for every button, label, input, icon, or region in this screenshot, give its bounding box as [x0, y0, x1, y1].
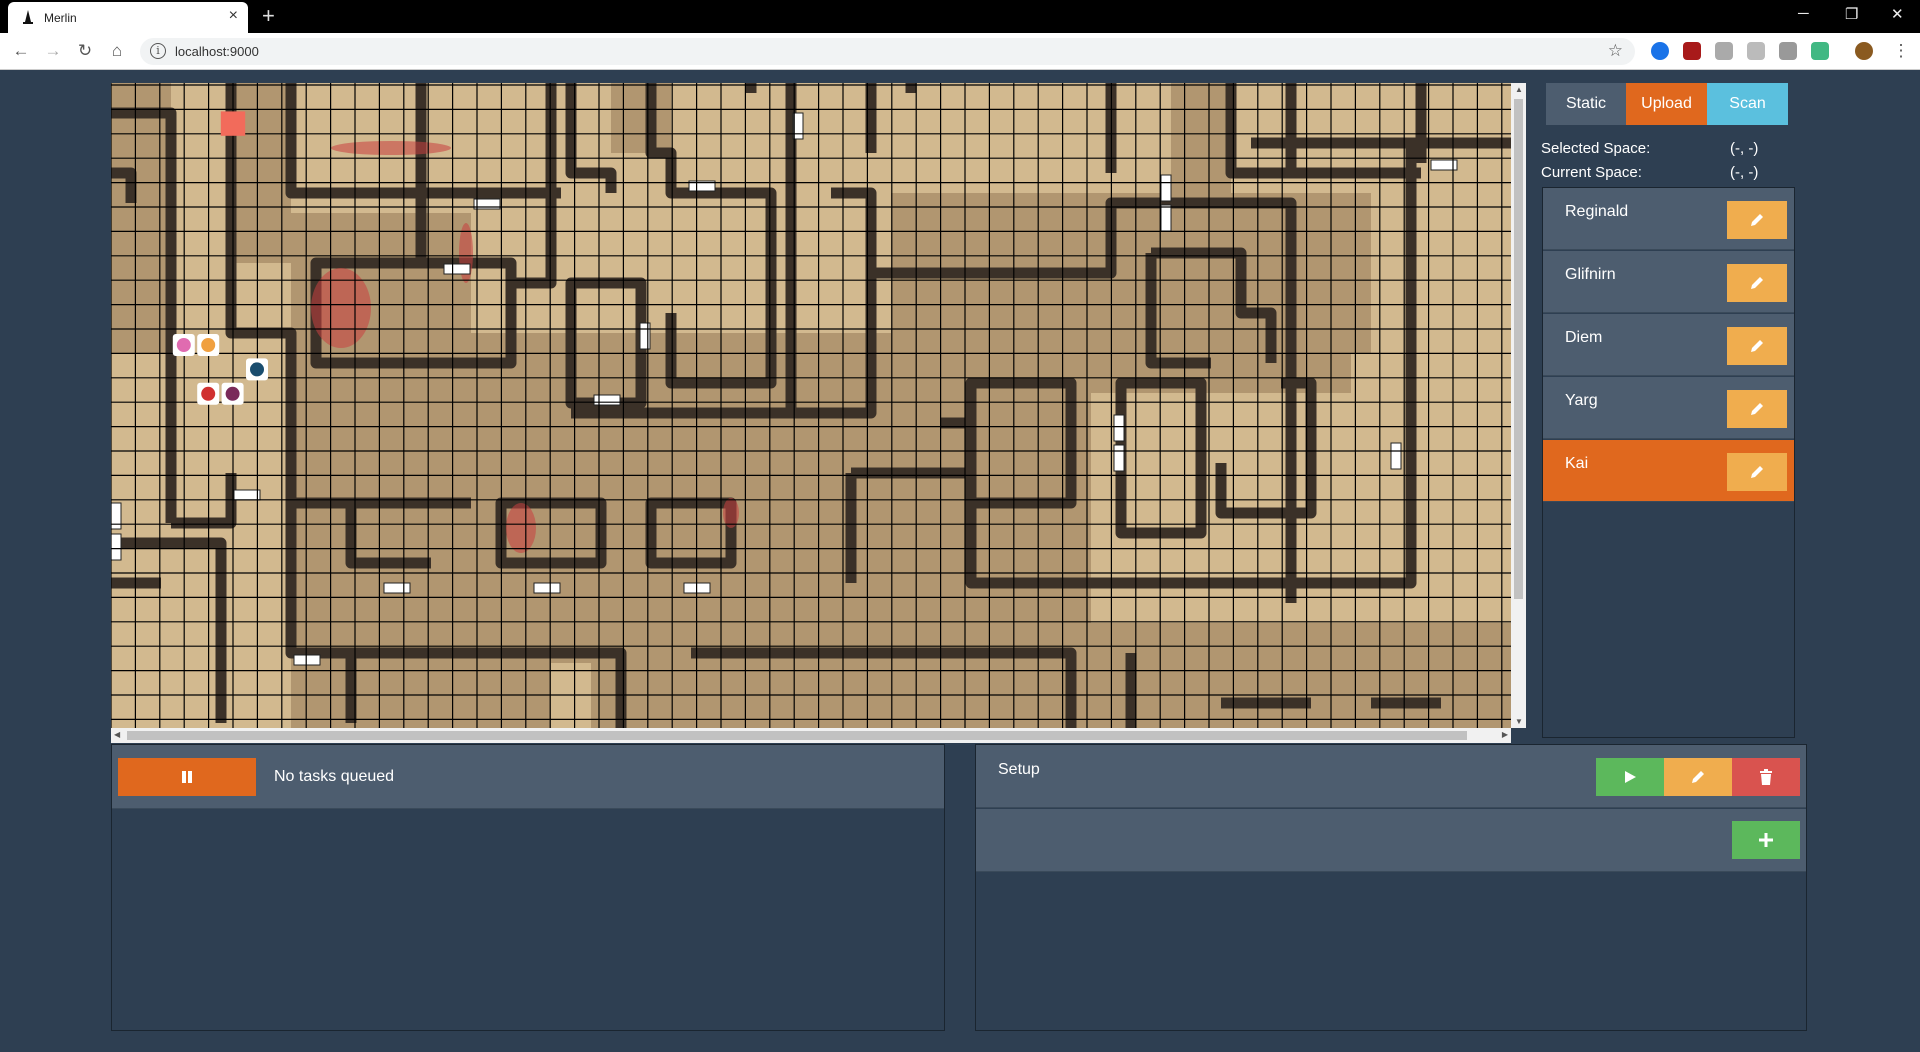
add-setup-row: [976, 809, 1806, 872]
selected-cell-highlight: [220, 111, 246, 136]
address-url[interactable]: localhost:9000: [175, 44, 259, 59]
current-space-label: Current Space:: [1541, 164, 1642, 181]
browser-titlebar: Merlin × + ─ ❐ ✕: [0, 0, 1920, 33]
ankh-token: [221, 382, 244, 405]
selected-space-row: Selected Space: (-, -): [1541, 140, 1758, 157]
task-status-text: No tasks queued: [274, 768, 395, 785]
pause-icon: [182, 771, 192, 783]
vertical-scroll-thumb[interactable]: [1514, 99, 1523, 599]
profile-avatar[interactable]: [1855, 42, 1873, 60]
dungeon-map[interactable]: [111, 83, 1511, 728]
edit-character-button[interactable]: [1727, 201, 1787, 239]
extension-circle-icon[interactable]: [1651, 42, 1669, 60]
setup-label: Setup: [998, 761, 1040, 778]
hammer-token: [197, 382, 220, 405]
pencil-icon: [1751, 403, 1763, 415]
map-vertical-scrollbar[interactable]: ▲ ▼: [1511, 83, 1526, 728]
hands-token: [197, 334, 220, 356]
play-icon: [1625, 771, 1636, 783]
wizard-favicon-icon: [23, 10, 33, 24]
minimize-button[interactable]: ─: [1798, 5, 1809, 22]
home-icon[interactable]: ⌂: [107, 41, 127, 61]
scan-mode-button[interactable]: Scan: [1707, 83, 1788, 125]
highlighted-cell: [220, 111, 246, 136]
plus-icon: [1759, 833, 1773, 847]
edit-setup-button[interactable]: [1664, 758, 1732, 796]
character-item-diem[interactable]: Diem: [1543, 314, 1794, 376]
map-viewport: ▲ ▼ ◀ ▶: [111, 83, 1526, 743]
map-horizontal-scrollbar[interactable]: ◀ ▶: [111, 728, 1511, 743]
browser-tab[interactable]: Merlin ×: [8, 2, 248, 33]
pause-button[interactable]: [118, 758, 256, 796]
upload-mode-button[interactable]: Upload: [1626, 83, 1707, 125]
character-item-glifnirn[interactable]: Glifnirn: [1543, 251, 1794, 313]
current-space-row: Current Space: (-, -): [1541, 164, 1758, 181]
horizontal-scroll-thumb[interactable]: [127, 731, 1467, 740]
character-list: Reginald Glifnirn Diem Yarg Kai: [1542, 187, 1795, 738]
add-setup-button[interactable]: [1732, 821, 1800, 859]
forward-icon[interactable]: →: [43, 41, 63, 61]
pencil-icon: [1751, 340, 1763, 352]
mode-selector: Static Upload Scan: [1546, 83, 1788, 125]
delete-setup-button[interactable]: [1732, 758, 1800, 796]
character-name: Reginald: [1565, 203, 1629, 220]
pencil-icon: [1692, 771, 1704, 783]
gem-token: [172, 334, 195, 356]
site-info-icon[interactable]: i: [150, 43, 166, 59]
character-name: Diem: [1565, 329, 1603, 346]
selected-space-value: (-, -): [1730, 140, 1759, 157]
tab-title: Merlin: [44, 11, 77, 25]
static-mode-button[interactable]: Static: [1546, 83, 1626, 125]
browser-toolbar: ← → ↻ ⌂ i localhost:9000 ☆ ⋮: [0, 33, 1920, 70]
extension-chat-icon[interactable]: [1747, 42, 1765, 60]
vue-devtools-icon[interactable]: [1811, 42, 1829, 60]
edit-character-button[interactable]: [1727, 327, 1787, 365]
character-name: Kai: [1565, 455, 1589, 472]
tab-close-icon[interactable]: ×: [229, 7, 238, 25]
wizard-hat-token: [246, 358, 268, 381]
current-space-value: (-, -): [1730, 164, 1759, 181]
restore-button[interactable]: ❐: [1845, 5, 1858, 23]
extension-gray-icon[interactable]: [1715, 42, 1733, 60]
edit-character-button[interactable]: [1727, 390, 1787, 428]
pencil-icon: [1751, 277, 1763, 289]
character-item-kai[interactable]: Kai: [1543, 440, 1794, 502]
setup-panel: Setup: [975, 744, 1807, 1031]
edit-character-button[interactable]: [1727, 453, 1787, 491]
task-queue-header: No tasks queued: [112, 745, 944, 809]
run-setup-button[interactable]: [1596, 758, 1664, 796]
back-icon[interactable]: ←: [11, 41, 31, 61]
map-canvas[interactable]: [111, 83, 1511, 728]
character-name: Yarg: [1565, 392, 1598, 409]
pencil-icon: [1751, 466, 1763, 478]
close-window-button[interactable]: ✕: [1891, 5, 1904, 23]
character-name: Glifnirn: [1565, 266, 1616, 283]
selected-space-label: Selected Space:: [1541, 140, 1651, 157]
trash-icon: [1760, 769, 1772, 785]
task-queue-panel: No tasks queued: [111, 744, 945, 1031]
extension-f-icon[interactable]: [1779, 42, 1797, 60]
character-item-reginald[interactable]: Reginald: [1543, 188, 1794, 250]
ublock-icon[interactable]: [1683, 42, 1701, 60]
setup-row: Setup: [976, 745, 1806, 808]
menu-dots-icon[interactable]: ⋮: [1891, 41, 1911, 61]
address-bar[interactable]: i localhost:9000 ☆: [140, 38, 1635, 65]
edit-character-button[interactable]: [1727, 264, 1787, 302]
reload-icon[interactable]: ↻: [75, 41, 95, 61]
pencil-icon: [1751, 214, 1763, 226]
new-tab-button[interactable]: +: [262, 3, 275, 29]
bookmark-star-icon[interactable]: ☆: [1608, 41, 1623, 61]
character-item-yarg[interactable]: Yarg: [1543, 377, 1794, 439]
